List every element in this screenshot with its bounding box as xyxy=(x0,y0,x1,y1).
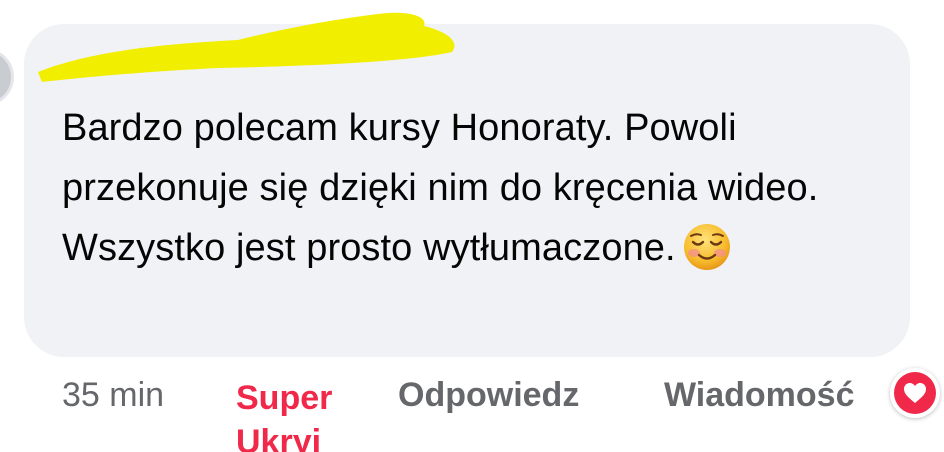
reaction-button[interactable]: Super Ukryj xyxy=(236,376,356,452)
reaction-badge[interactable] xyxy=(890,368,940,418)
comment-body: Bardzo polecam kursy Honoraty. Powoli pr… xyxy=(62,98,872,278)
timestamp[interactable]: 35 min xyxy=(62,376,164,415)
comment-actions: 35 min Super Ukryj Odpowiedz Wiadomość xyxy=(0,368,944,452)
comment-screenshot: Bardzo polecam kursy Honoraty. Powoli pr… xyxy=(0,0,944,452)
avatar[interactable] xyxy=(0,48,14,106)
reply-button[interactable]: Odpowiedz xyxy=(398,376,579,415)
message-button[interactable]: Wiadomość xyxy=(664,376,855,415)
smiling-face-icon xyxy=(683,224,730,270)
love-reaction-icon xyxy=(894,372,936,414)
author-name-redaction xyxy=(38,12,455,82)
